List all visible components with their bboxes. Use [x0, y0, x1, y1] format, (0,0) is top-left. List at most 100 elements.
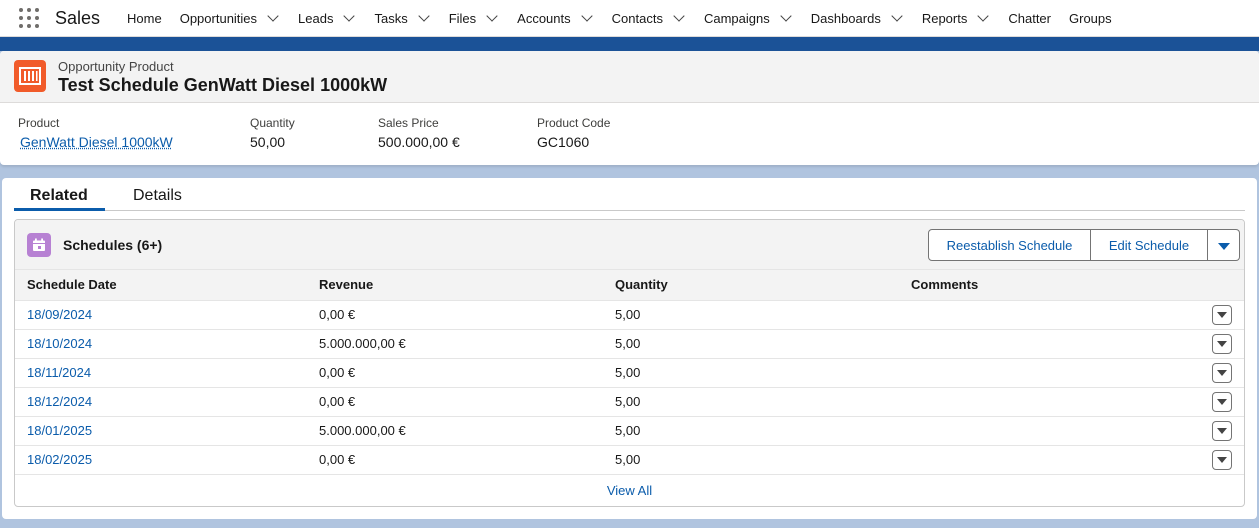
column-header[interactable]: Schedule Date [15, 270, 307, 301]
object-type-label: Opportunity Product [58, 59, 174, 74]
nav-item-label: Accounts [517, 10, 571, 26]
column-header[interactable]: Quantity [603, 270, 899, 301]
column-header-actions [1194, 270, 1244, 301]
nav-item-campaigns[interactable]: Campaigns [695, 0, 802, 37]
nav-item-groups[interactable]: Groups [1060, 0, 1121, 37]
row-actions-cell [1194, 358, 1244, 388]
comments-cell [899, 329, 1194, 359]
nav-items: Home Opportunities Leads Tasks Files Accounts… [118, 0, 1121, 37]
nav-item-label: Home [127, 10, 162, 26]
chevron-down-icon[interactable] [267, 9, 279, 22]
row-actions-cell [1194, 416, 1244, 446]
main-content: Related Details Schedules (6+) Reestabli… [2, 178, 1257, 519]
table-row: 18/01/2025 5.000.000,00 €5,00 [15, 416, 1244, 446]
tab-related[interactable]: Related [30, 187, 88, 205]
app-name: Sales [55, 7, 101, 28]
active-tab-indicator [14, 208, 105, 211]
field-sales-price: Sales Price 500.000,00 € [378, 116, 460, 150]
view-all-link[interactable]: View All [15, 475, 1244, 498]
revenue-cell: 0,00 € [307, 300, 603, 330]
field-label: Product [18, 116, 60, 130]
chevron-down-icon[interactable] [580, 9, 593, 22]
nav-item-label: Groups [1069, 10, 1112, 26]
nav-item-leads[interactable]: Leads [289, 0, 365, 37]
quantity-cell: 5,00 [603, 387, 899, 417]
field-label: Product Code [537, 116, 611, 130]
nav-item-dashboards[interactable]: Dashboards [802, 0, 913, 37]
schedules-table: Schedule Date Revenue Quantity Comments … [15, 270, 1244, 475]
comments-cell [899, 358, 1194, 388]
chevron-down-icon[interactable] [891, 9, 903, 22]
nav-item-label: Files [448, 10, 477, 26]
quantity-cell: 5,00 [603, 358, 899, 388]
column-header[interactable]: Revenue [307, 270, 603, 301]
nav-item-label: Chatter [1008, 10, 1051, 26]
row-menu-button[interactable] [1212, 420, 1232, 441]
comments-cell [899, 387, 1194, 417]
chevron-down-icon[interactable] [418, 9, 430, 22]
more-actions-button[interactable] [1208, 229, 1240, 261]
record-highlights: Opportunity Product Test Schedule GenWat… [0, 51, 1259, 165]
nav-item-contacts[interactable]: Contacts [603, 0, 695, 37]
row-menu-button[interactable] [1212, 333, 1232, 354]
global-nav: Sales Home Opportunities Leads Tasks Files Ac… [0, 0, 1259, 37]
chevron-down-icon [1217, 312, 1227, 318]
quantity-cell: 5,00 [603, 329, 899, 359]
schedule-date-link[interactable]: 18/12/2024 [15, 387, 307, 417]
app-launcher-icon[interactable] [18, 7, 40, 29]
schedule-date-link[interactable]: 18/01/2025 [15, 416, 307, 446]
tab-details[interactable]: Details [133, 187, 182, 205]
row-actions-cell [1194, 329, 1244, 359]
schedule-date-link[interactable]: 18/11/2024 [15, 358, 307, 388]
table-row: 18/02/2025 0,00 €5,00 [15, 445, 1244, 475]
row-actions-cell [1194, 387, 1244, 417]
record-title: Test Schedule GenWatt Diesel 1000kW [58, 75, 388, 95]
product-link[interactable]: GenWatt Diesel 1000kW [20, 134, 173, 150]
row-menu-button[interactable] [1212, 391, 1232, 412]
nav-item-files[interactable]: Files [440, 0, 508, 37]
nav-item-tasks[interactable]: Tasks [365, 0, 439, 37]
nav-item-accounts[interactable]: Accounts [508, 0, 602, 37]
record-header: Opportunity Product Test Schedule GenWat… [0, 51, 1259, 103]
chevron-down-icon [1217, 242, 1230, 250]
field-quantity: Quantity 50,00 [250, 116, 295, 150]
chevron-down-icon[interactable] [977, 9, 990, 22]
field-value: 50,00 [250, 134, 286, 150]
quantity-cell: 5,00 [603, 416, 899, 446]
nav-item-home[interactable]: Home [118, 0, 171, 37]
table-row: 18/10/2024 5.000.000,00 €5,00 [15, 329, 1244, 359]
schedule-date-link[interactable]: 18/10/2024 [15, 329, 307, 359]
table-row: 18/09/2024 0,00 €5,00 [15, 300, 1244, 330]
nav-item-label: Opportunities [179, 10, 258, 26]
nav-item-reports[interactable]: Reports [913, 0, 1000, 37]
chevron-down-icon[interactable] [673, 9, 685, 22]
edit-schedule-button[interactable]: Edit Schedule [1091, 229, 1208, 261]
revenue-cell: 0,00 € [307, 358, 603, 388]
comments-cell [899, 416, 1194, 446]
tab-bar: Related Details [14, 178, 1245, 211]
nav-item-opportunities[interactable]: Opportunities [171, 0, 289, 37]
row-menu-button[interactable] [1212, 362, 1232, 383]
chevron-down-icon[interactable] [486, 9, 498, 22]
brand-band [0, 37, 1259, 51]
highlight-fields: Product GenWatt Diesel 1000kW Quantity 5… [0, 103, 1259, 165]
nav-item-label: Dashboards [810, 10, 881, 26]
chevron-down-icon[interactable] [780, 9, 792, 22]
quantity-cell: 5,00 [603, 300, 899, 330]
nav-item-chatter[interactable]: Chatter [999, 0, 1060, 37]
reestablish-schedule-button[interactable]: Reestablish Schedule [928, 229, 1091, 261]
chevron-down-icon [1217, 399, 1227, 405]
field-product: Product GenWatt Diesel 1000kW [18, 116, 173, 150]
schedule-date-link[interactable]: 18/09/2024 [15, 300, 307, 330]
related-list-title[interactable]: Schedules (6+) [63, 237, 162, 253]
column-header[interactable]: Comments [899, 270, 1194, 301]
nav-item-label: Leads [298, 10, 334, 26]
chevron-down-icon[interactable] [343, 9, 356, 22]
row-menu-button[interactable] [1212, 304, 1232, 325]
row-menu-button[interactable] [1212, 449, 1232, 470]
product-icon [14, 60, 46, 92]
comments-cell [899, 445, 1194, 475]
chevron-down-icon [1217, 457, 1227, 463]
field-label: Sales Price [378, 116, 439, 130]
schedule-date-link[interactable]: 18/02/2025 [15, 445, 307, 475]
